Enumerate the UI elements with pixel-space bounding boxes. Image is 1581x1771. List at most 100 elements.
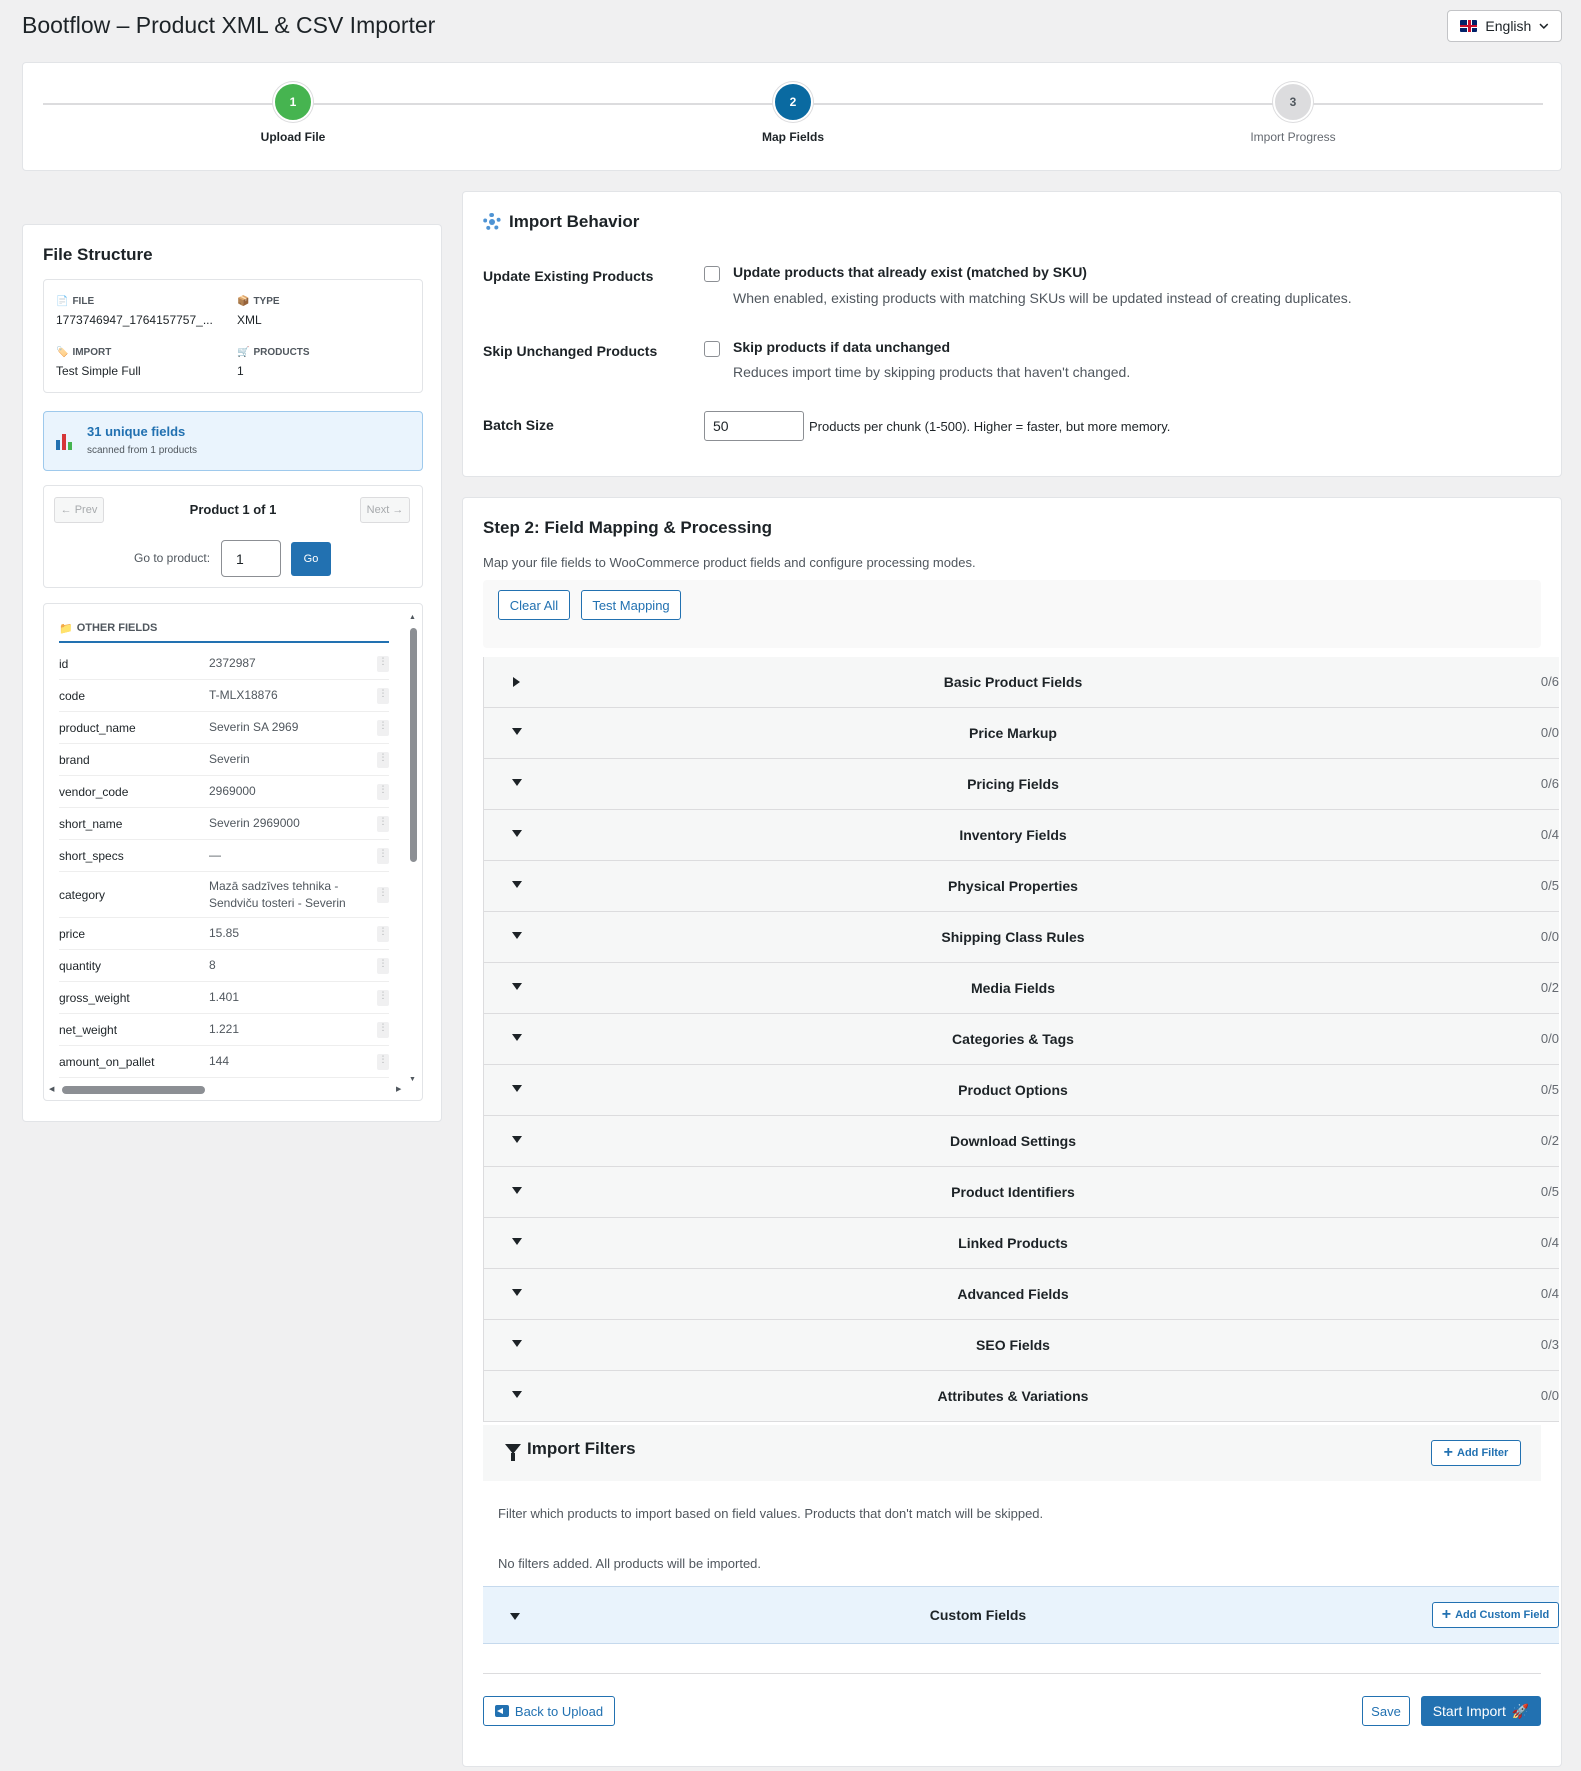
package-icon: 📦 [237,296,250,307]
step-import-progress[interactable]: 3 Import Progress [1193,82,1393,144]
field-value: 144 [209,1054,230,1068]
vertical-scrollbar[interactable]: ▲ ▼ [408,614,418,1084]
chevron-down-icon [1539,23,1549,29]
drag-handle-icon[interactable]: ⋮ [377,719,389,736]
field-row[interactable]: net_weight 1.221 ⋮ [59,1014,389,1046]
field-row[interactable]: price 15.85 ⋮ [59,918,389,950]
field-row[interactable]: code T-MLX18876 ⋮ [59,680,389,712]
field-row[interactable]: short_specs — ⋮ [59,840,389,872]
field-value: T-MLX18876 [209,688,278,702]
custom-fields-title: Custom Fields [929,1607,1027,1623]
step-map-fields[interactable]: 2 Map Fields [693,82,893,144]
product-navigator: ← Prev Product 1 of 1 Next → Go to produ… [43,485,423,588]
back-to-upload-button[interactable]: Back to Upload [483,1696,615,1726]
drag-handle-icon[interactable]: ⋮ [377,687,389,704]
mapping-section-row[interactable]: Attributes & Variations 0/0 [483,1371,1559,1422]
step-upload-file[interactable]: 1 Upload File [193,82,393,144]
field-value: 2372987 [209,656,256,670]
file-info-import: 🏷️ IMPORT Test Simple Full [56,347,226,378]
document-icon: 📄 [56,296,69,307]
field-value: Severin SA 2969 [209,720,299,734]
field-value: 8 [209,958,216,972]
section-count: 0/4 [1540,827,1559,842]
mapping-section-row[interactable]: Physical Properties 0/5 [483,861,1559,912]
start-import-button[interactable]: Start Import 🚀 [1421,1696,1541,1726]
field-row[interactable]: id 2372987 ⋮ [59,648,389,680]
fields-preview[interactable]: 📁 OTHER FIELDS id 2372987 ⋮ code T-MLX18876 ⋮… [43,603,423,1101]
section-count: 0/0 [1540,725,1559,740]
file-info-file: 📄 FILE 1773746947_1764157757_... [56,296,226,327]
section-name: Product Options [958,1082,1068,1098]
add-custom-field-button[interactable]: + Add Custom Field [1432,1602,1559,1628]
section-name: SEO Fields [976,1337,1050,1353]
custom-fields-section[interactable]: Custom Fields + Add Custom Field [483,1586,1559,1644]
step-label: Import Progress [1250,130,1336,144]
scanned-info: scanned from 1 products [87,445,198,456]
drag-handle-icon[interactable]: ⋮ [377,989,389,1006]
drag-handle-icon[interactable]: ⋮ [377,886,389,903]
uk-flag-icon [1460,20,1478,32]
scrollbar-thumb[interactable] [410,628,417,862]
goto-product-input[interactable]: 1 [221,540,281,577]
field-row[interactable]: quantity 8 ⋮ [59,950,389,982]
clear-all-button[interactable]: Clear All [498,590,570,620]
drag-handle-icon[interactable]: ⋮ [377,847,389,864]
drag-handle-icon[interactable]: ⋮ [377,957,389,974]
mapping-section-row[interactable]: Price Markup 0/0 [483,708,1559,759]
goto-label: Go to product: [134,551,211,565]
field-key: short_name [59,816,123,831]
section-name: Media Fields [970,980,1056,996]
mapping-section-row[interactable]: Categories & Tags 0/0 [483,1014,1559,1065]
field-row[interactable]: category Mazā sadzīves tehnika - Sendviču… [59,872,389,918]
mapping-section-row[interactable]: Advanced Fields 0/4 [483,1269,1559,1320]
unique-fields-count: 31 unique fields [87,424,186,439]
field-row[interactable]: short_name Severin 2969000 ⋮ [59,808,389,840]
mapping-section-row[interactable]: Shipping Class Rules 0/0 [483,912,1559,963]
drag-handle-icon[interactable]: ⋮ [377,751,389,768]
field-key: product_name [59,720,136,735]
field-value: — [209,848,221,862]
batch-size-input[interactable]: 50 [704,411,804,441]
horizontal-scrollbar[interactable]: ◀ ▶ [49,1084,404,1094]
drag-handle-icon[interactable]: ⋮ [377,655,389,672]
go-button[interactable]: Go [291,542,331,576]
mapping-section-row[interactable]: Download Settings 0/2 [483,1116,1559,1167]
field-row[interactable]: amount_on_pallet 144 ⋮ [59,1046,389,1078]
mapping-section-row[interactable]: Media Fields 0/2 [483,963,1559,1014]
import-label: IMPORT [72,347,112,358]
type-value: XML [237,313,262,327]
language-select[interactable]: English [1447,10,1562,42]
update-existing-label: Update Existing Products [483,268,654,284]
field-row[interactable]: gross_weight 1.401 ⋮ [59,982,389,1014]
section-name: Categories & Tags [952,1031,1074,1047]
mapping-section-row[interactable]: Pricing Fields 0/6 [483,759,1559,810]
field-key: category [59,887,106,902]
mapping-section-row[interactable]: Product Identifiers 0/5 [483,1167,1559,1218]
drag-handle-icon[interactable]: ⋮ [377,925,389,942]
skip-unchanged-desc: Reduces import time by skipping products… [733,364,1131,380]
next-button[interactable]: Next → [360,497,410,523]
mapping-section-row[interactable]: Linked Products 0/4 [483,1218,1559,1269]
drag-handle-icon[interactable]: ⋮ [377,815,389,832]
save-button[interactable]: Save [1362,1696,1410,1726]
add-filter-button[interactable]: + Add Filter [1431,1440,1521,1466]
start-import-label: Start Import [1432,1703,1506,1719]
mapping-section-row[interactable]: Product Options 0/5 [483,1065,1559,1116]
field-row[interactable]: vendor_code 2969000 ⋮ [59,776,389,808]
drag-handle-icon[interactable]: ⋮ [377,783,389,800]
mapping-section-row[interactable]: Inventory Fields 0/4 [483,810,1559,861]
scrollbar-thumb[interactable] [62,1086,205,1094]
tag-icon: 🏷️ [56,347,69,358]
mapping-section-row[interactable]: SEO Fields 0/3 [483,1320,1559,1371]
test-mapping-button[interactable]: Test Mapping [581,590,681,620]
skip-unchanged-checkbox-label[interactable]: Skip products if data unchanged [733,339,950,355]
mapping-section-row[interactable]: Basic Product Fields 0/6 [483,657,1559,708]
field-row[interactable]: product_name Severin SA 2969 ⋮ [59,712,389,744]
skip-unchanged-checkbox[interactable] [704,341,720,357]
field-row[interactable]: brand Severin ⋮ [59,744,389,776]
drag-handle-icon[interactable]: ⋮ [377,1021,389,1038]
drag-handle-icon[interactable]: ⋮ [377,1053,389,1070]
update-existing-checkbox-label[interactable]: Update products that already exist (matc… [733,264,1087,280]
update-existing-checkbox[interactable] [704,266,720,282]
field-value: Mazā sadzīves tehnika - Sendviču tosteri… [209,878,346,910]
